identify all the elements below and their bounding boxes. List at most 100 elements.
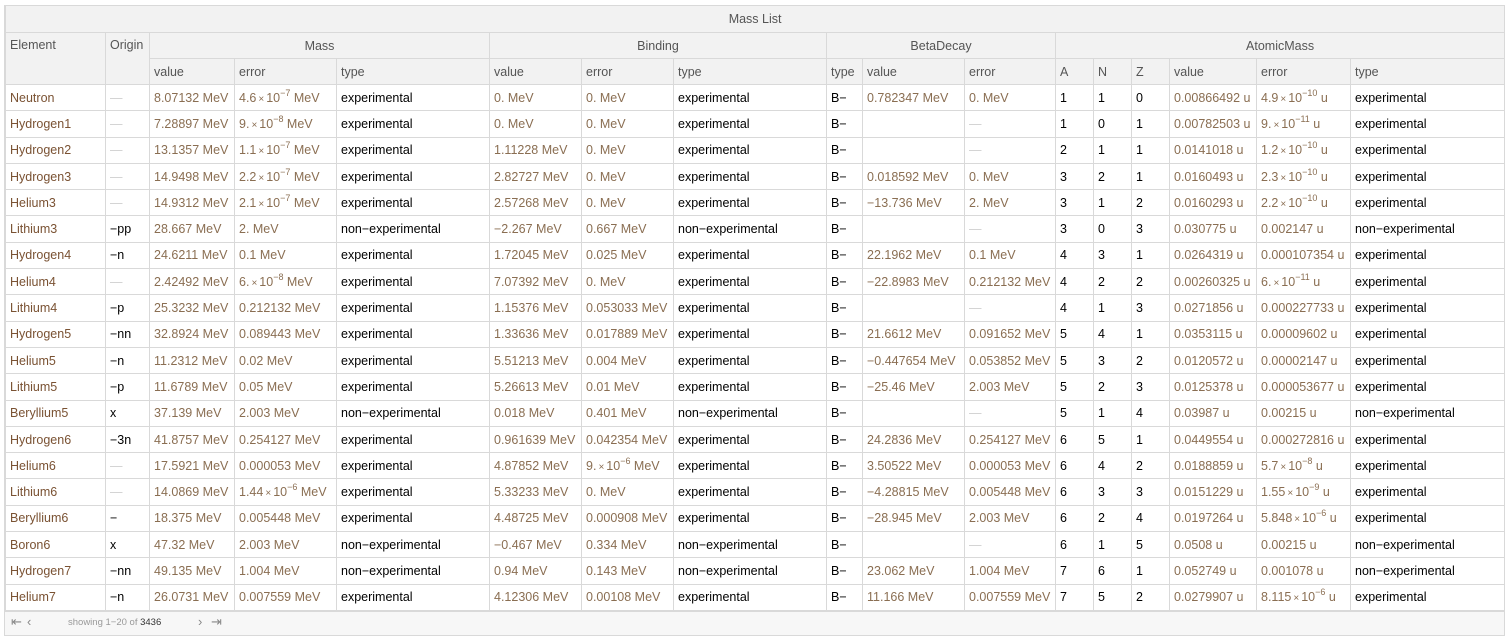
cell-n[interactable]: 6: [1093, 557, 1132, 585]
cell-origin[interactable]: −n: [105, 346, 150, 375]
cell-atomic-mass-value[interactable]: 0.0120572 u: [1169, 346, 1257, 375]
cell-origin[interactable]: −pp: [105, 215, 150, 243]
column-header-value[interactable]: value: [862, 58, 965, 85]
cell-beta-type[interactable]: B−: [826, 504, 863, 533]
cell-binding-type[interactable]: experimental: [673, 504, 827, 533]
cell-beta-value[interactable]: 22.1962 MeV: [862, 241, 965, 270]
cell-atomic-mass-type[interactable]: experimental: [1349, 346, 1506, 375]
cell-origin[interactable]: —: [105, 452, 150, 480]
cell-beta-error[interactable]: 0.005448 MeV: [964, 478, 1056, 506]
cell-beta-type[interactable]: B−: [826, 241, 863, 270]
cell-origin[interactable]: −3n: [105, 425, 150, 454]
cell-beta-value[interactable]: 11.166 MeV: [862, 583, 965, 611]
cell-binding-value[interactable]: 5.33233 MeV: [489, 478, 582, 506]
cell-z[interactable]: 5: [1131, 531, 1170, 559]
cell-mass-value[interactable]: 49.135 MeV: [149, 557, 235, 585]
cell-mass-error[interactable]: 2.2 × 10−7 MeV: [234, 162, 337, 191]
cell-element[interactable]: Hydrogen4: [5, 241, 106, 270]
cell-mass-error[interactable]: 4.6 × 10−7 MeV: [234, 83, 337, 112]
cell-origin[interactable]: —: [105, 136, 150, 164]
cell-beta-value[interactable]: −22.8983 MeV: [862, 268, 965, 296]
cell-origin[interactable]: −n: [105, 583, 150, 611]
cell-element[interactable]: Beryllium6: [5, 504, 106, 533]
column-header-error[interactable]: error: [581, 58, 674, 85]
cell-binding-type[interactable]: non−experimental: [673, 531, 827, 559]
cell-a[interactable]: 5: [1055, 320, 1094, 348]
cell-atomic-mass-error[interactable]: 0.001078 u: [1256, 557, 1351, 585]
cell-element[interactable]: Lithium5: [5, 373, 106, 401]
cell-binding-error[interactable]: 0.004 MeV: [581, 346, 674, 375]
cell-binding-type[interactable]: experimental: [673, 452, 827, 480]
cell-atomic-mass-value[interactable]: 0.00782503 u: [1169, 110, 1257, 138]
cell-atomic-mass-value[interactable]: 0.0264319 u: [1169, 241, 1257, 270]
cell-beta-type[interactable]: B−: [826, 583, 863, 611]
cell-mass-type[interactable]: experimental: [336, 189, 490, 217]
cell-z[interactable]: 3: [1131, 373, 1170, 401]
cell-n[interactable]: 1: [1093, 83, 1132, 112]
column-header-value[interactable]: value: [1169, 58, 1257, 85]
cell-atomic-mass-value[interactable]: 0.052749 u: [1169, 557, 1257, 585]
cell-mass-type[interactable]: experimental: [336, 452, 490, 480]
cell-atomic-mass-value[interactable]: 0.0197264 u: [1169, 504, 1257, 533]
cell-beta-value[interactable]: 3.50522 MeV: [862, 452, 965, 480]
cell-binding-error[interactable]: 0.667 MeV: [581, 215, 674, 243]
cell-mass-error[interactable]: 0.05 MeV: [234, 373, 337, 401]
column-header-type[interactable]: type: [1349, 58, 1506, 85]
cell-binding-error[interactable]: 0. MeV: [581, 83, 674, 112]
cell-atomic-mass-value[interactable]: 0.0353115 u: [1169, 320, 1257, 348]
cell-atomic-mass-value[interactable]: 0.0160293 u: [1169, 189, 1257, 217]
cell-atomic-mass-type[interactable]: non−experimental: [1349, 557, 1506, 585]
cell-element[interactable]: Lithium4: [5, 294, 106, 322]
cell-binding-value[interactable]: 0. MeV: [489, 83, 582, 112]
cell-beta-type[interactable]: B−: [826, 189, 863, 217]
cell-beta-type[interactable]: B−: [826, 399, 863, 427]
cell-atomic-mass-type[interactable]: experimental: [1349, 583, 1506, 611]
cell-beta-type[interactable]: B−: [826, 162, 863, 191]
cell-beta-error[interactable]: 0.212132 MeV: [964, 268, 1056, 296]
cell-binding-value[interactable]: 5.51213 MeV: [489, 346, 582, 375]
cell-binding-error[interactable]: 0.401 MeV: [581, 399, 674, 427]
column-header-value[interactable]: value: [489, 58, 582, 85]
cell-mass-type[interactable]: experimental: [336, 320, 490, 348]
cell-a[interactable]: 7: [1055, 583, 1094, 611]
cell-beta-type[interactable]: B−: [826, 110, 863, 138]
cell-atomic-mass-error[interactable]: 4.9 × 10−10 u: [1256, 83, 1351, 112]
cell-mass-type[interactable]: experimental: [336, 162, 490, 191]
cell-beta-error[interactable]: 0. MeV: [964, 83, 1056, 112]
next-page-icon[interactable]: ›: [198, 614, 202, 629]
cell-mass-type[interactable]: non−experimental: [336, 531, 490, 559]
cell-a[interactable]: 3: [1055, 162, 1094, 191]
cell-atomic-mass-error[interactable]: 2.2 × 10−10 u: [1256, 189, 1351, 217]
cell-atomic-mass-type[interactable]: experimental: [1349, 83, 1506, 112]
cell-beta-error[interactable]: 0. MeV: [964, 162, 1056, 191]
cell-a[interactable]: 6: [1055, 425, 1094, 454]
cell-beta-error[interactable]: 2. MeV: [964, 189, 1056, 217]
cell-beta-value[interactable]: −0.447654 MeV: [862, 346, 965, 375]
cell-origin[interactable]: −p: [105, 294, 150, 322]
cell-element[interactable]: Neutron: [5, 83, 106, 112]
cell-atomic-mass-type[interactable]: experimental: [1349, 373, 1506, 401]
cell-atomic-mass-error[interactable]: 0.00002147 u: [1256, 346, 1351, 375]
column-header-A[interactable]: A: [1055, 58, 1094, 85]
cell-a[interactable]: 3: [1055, 189, 1094, 217]
cell-beta-error[interactable]: 2.003 MeV: [964, 373, 1056, 401]
cell-mass-error[interactable]: 2.003 MeV: [234, 531, 337, 559]
cell-binding-error[interactable]: 0.025 MeV: [581, 241, 674, 270]
cell-n[interactable]: 5: [1093, 425, 1132, 454]
cell-mass-error[interactable]: 1.004 MeV: [234, 557, 337, 585]
cell-origin[interactable]: —: [105, 83, 150, 112]
cell-mass-value[interactable]: 17.5921 MeV: [149, 452, 235, 480]
cell-atomic-mass-type[interactable]: experimental: [1349, 504, 1506, 533]
cell-z[interactable]: 2: [1131, 583, 1170, 611]
cell-mass-error[interactable]: 2.003 MeV: [234, 399, 337, 427]
cell-mass-value[interactable]: 37.139 MeV: [149, 399, 235, 427]
cell-beta-value[interactable]: [862, 110, 965, 138]
cell-atomic-mass-error[interactable]: 0.002147 u: [1256, 215, 1351, 243]
cell-beta-type[interactable]: B−: [826, 136, 863, 164]
cell-origin[interactable]: −nn: [105, 557, 150, 585]
cell-atomic-mass-error[interactable]: 0.00215 u: [1256, 531, 1351, 559]
cell-mass-error[interactable]: 6. × 10−8 MeV: [234, 268, 337, 296]
cell-binding-error[interactable]: 0.017889 MeV: [581, 320, 674, 348]
cell-atomic-mass-value[interactable]: 0.0279907 u: [1169, 583, 1257, 611]
cell-mass-type[interactable]: experimental: [336, 373, 490, 401]
